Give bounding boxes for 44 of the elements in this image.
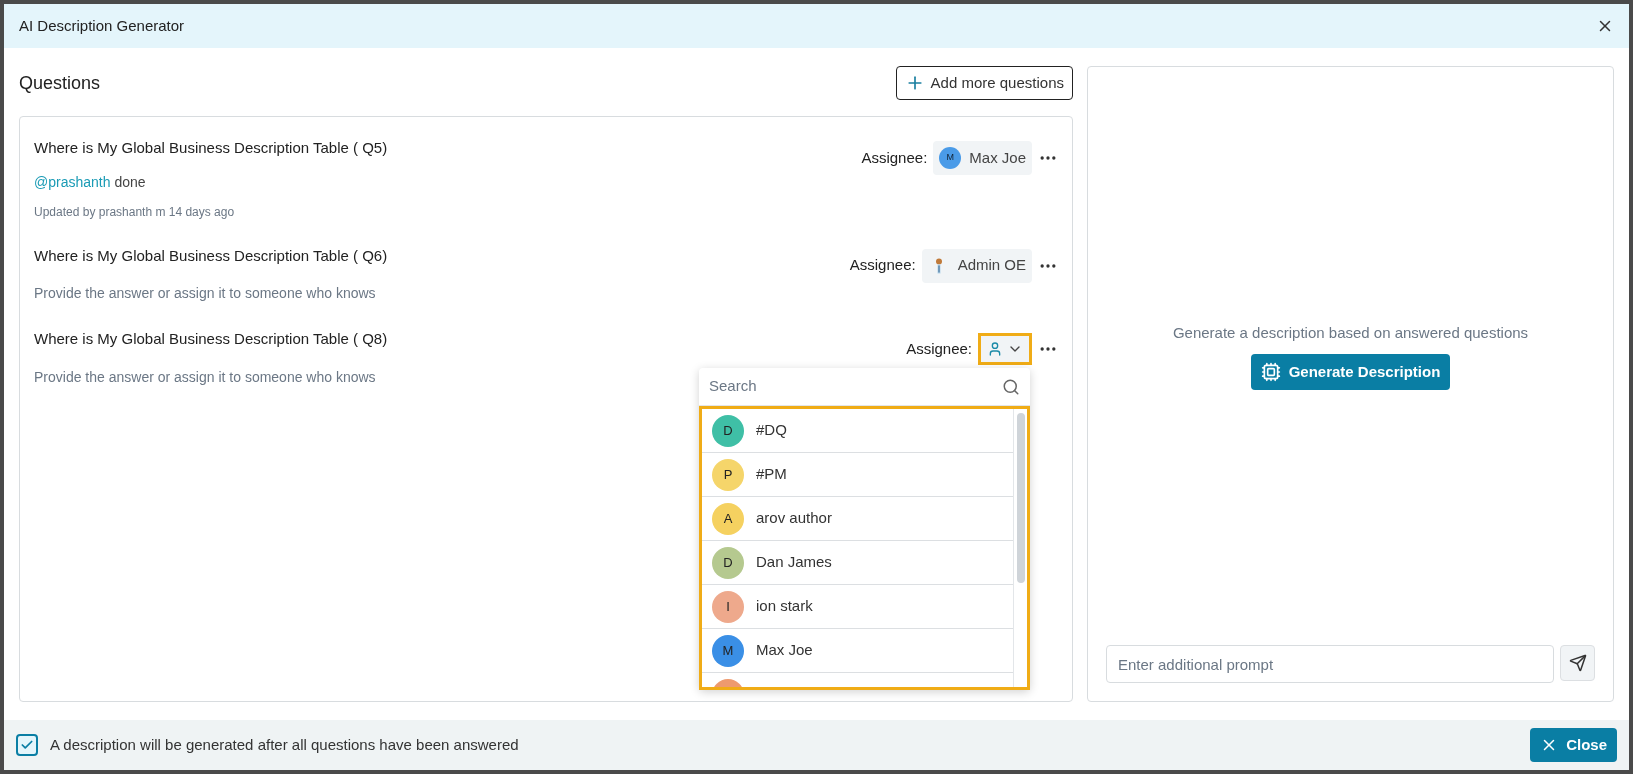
assignee-label: Assignee: (861, 147, 928, 168)
assignee-picker[interactable] (978, 333, 1032, 365)
send-button[interactable] (1560, 645, 1595, 681)
question-title: Where is My Global Business Description Table ( Q6) (34, 245, 388, 266)
prompt-field[interactable]: Enter additional prompt (1106, 645, 1554, 683)
assignee-label: Assignee: (849, 255, 916, 276)
checkbox-label: A description will be generated after all questions have been answered (50, 734, 519, 755)
answer-field[interactable]: Provide the answer or assign it to someone who knows (34, 283, 388, 304)
add-questions-button[interactable]: Add more questions (895, 66, 1073, 100)
check-icon (20, 738, 34, 752)
user-option[interactable]: P #PM (702, 453, 1013, 497)
generator-hint: Generate a description based on answered questions (1172, 322, 1529, 343)
generate-button[interactable]: Generate Description (1250, 354, 1451, 391)
person-avatar-icon (934, 256, 943, 275)
question-title: Where is My Global Business Description Table ( Q8) (34, 329, 388, 349)
user-option[interactable]: M Max Joe (702, 629, 1013, 673)
assignee-chip[interactable]: M Max Joe (933, 141, 1032, 175)
close-button[interactable]: Close (1530, 728, 1617, 762)
avatar: M (939, 147, 962, 169)
search-icon (1002, 377, 1020, 396)
user-option[interactable]: I ion stark (702, 585, 1013, 629)
checkbox[interactable] (16, 734, 38, 756)
user-avatar: M (712, 634, 744, 667)
send-icon (1568, 654, 1587, 672)
user-option[interactable]: A arov author (702, 497, 1013, 541)
chip-icon (1260, 362, 1281, 383)
question-title: Where is My Global Business Description Table ( Q5) (34, 138, 388, 158)
answer-text: @prashanth done (34, 172, 147, 192)
user-avatar: A (712, 502, 744, 535)
update-info: Updated by prashanth m 14 days ago (34, 203, 236, 221)
user-option[interactable]: D Dan James (702, 541, 1013, 585)
answer-field[interactable]: Provide the answer or assign it to someone who knows (34, 366, 388, 388)
user-avatar: I (712, 590, 744, 623)
assignee-chip[interactable]: Admin OE (921, 248, 1032, 283)
window-title: AI Description Generator (19, 15, 185, 36)
search-field[interactable]: Search (709, 375, 1002, 398)
section-title: Questions (19, 71, 101, 95)
user-option[interactable]: D #DQ (702, 409, 1013, 453)
user-avatar: P (712, 458, 744, 491)
scrollbar[interactable] (1013, 409, 1027, 687)
assignee-label: Assignee: (906, 338, 972, 359)
user-avatar: D (712, 546, 744, 579)
user-icon (987, 341, 1003, 357)
user-avatar: D (712, 414, 744, 447)
